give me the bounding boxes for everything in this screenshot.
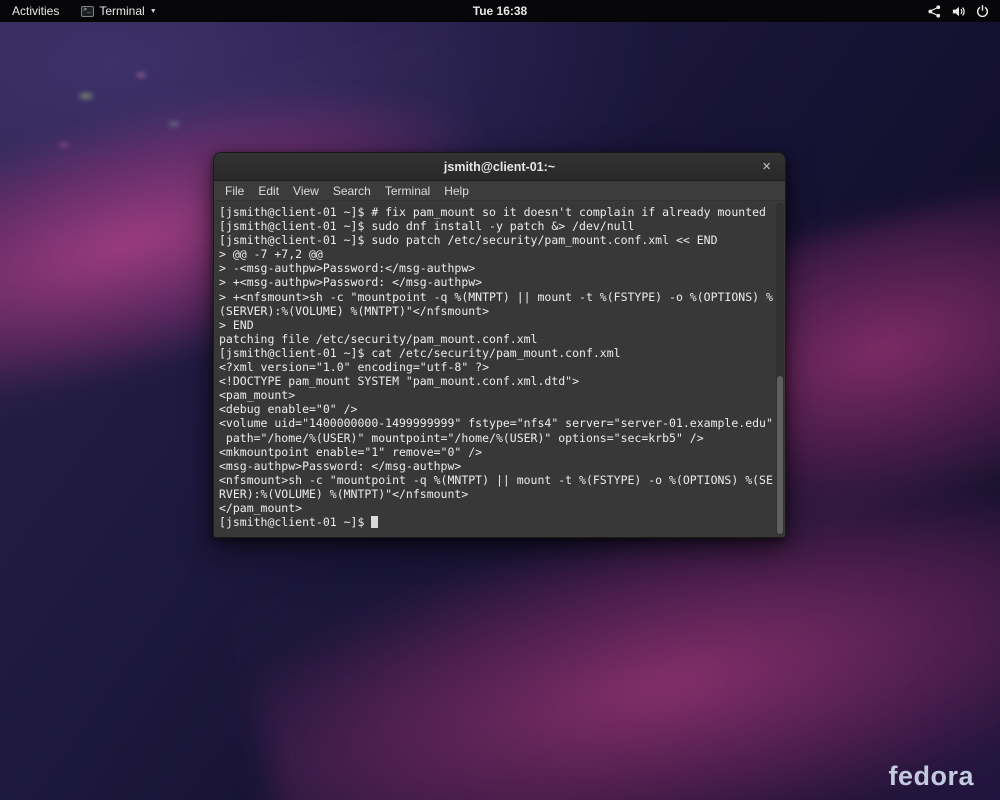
window-title: jsmith@client-01:~	[444, 160, 555, 174]
gnome-top-bar: Activities Terminal ▼ Tue 16:38	[0, 0, 1000, 22]
menu-view[interactable]: View	[286, 181, 326, 200]
terminal-window: jsmith@client-01:~ × File Edit View Sear…	[213, 152, 786, 538]
menu-terminal[interactable]: Terminal	[378, 181, 437, 200]
menu-edit[interactable]: Edit	[251, 181, 286, 200]
menu-file[interactable]: File	[218, 181, 251, 200]
wallpaper-speckles	[20, 40, 240, 180]
app-menu-terminal[interactable]: Terminal ▼	[71, 0, 166, 22]
close-button[interactable]: ×	[758, 153, 775, 180]
terminal-screen[interactable]: [jsmith@client-01 ~]$ # fix pam_mount so…	[214, 201, 785, 537]
terminal-output: [jsmith@client-01 ~]$ # fix pam_mount so…	[219, 205, 773, 529]
system-tray[interactable]	[927, 0, 990, 22]
terminal-cursor	[371, 516, 378, 528]
menu-search[interactable]: Search	[326, 181, 378, 200]
window-titlebar[interactable]: jsmith@client-01:~ ×	[214, 153, 785, 181]
power-icon[interactable]	[975, 4, 990, 19]
clock[interactable]: Tue 16:38	[473, 4, 527, 18]
fedora-wordmark: fedora	[888, 761, 974, 792]
chevron-down-icon: ▼	[150, 8, 157, 15]
scrollbar-thumb[interactable]	[777, 376, 783, 534]
terminal-scrollbar[interactable]	[776, 203, 784, 535]
terminal-menubar: File Edit View Search Terminal Help	[214, 181, 785, 201]
menu-help[interactable]: Help	[437, 181, 476, 200]
volume-icon[interactable]	[951, 4, 966, 19]
activities-button[interactable]: Activities	[0, 0, 71, 22]
terminal-app-icon	[81, 6, 94, 17]
network-icon[interactable]	[927, 4, 942, 19]
app-menu-label: Terminal	[99, 4, 144, 18]
